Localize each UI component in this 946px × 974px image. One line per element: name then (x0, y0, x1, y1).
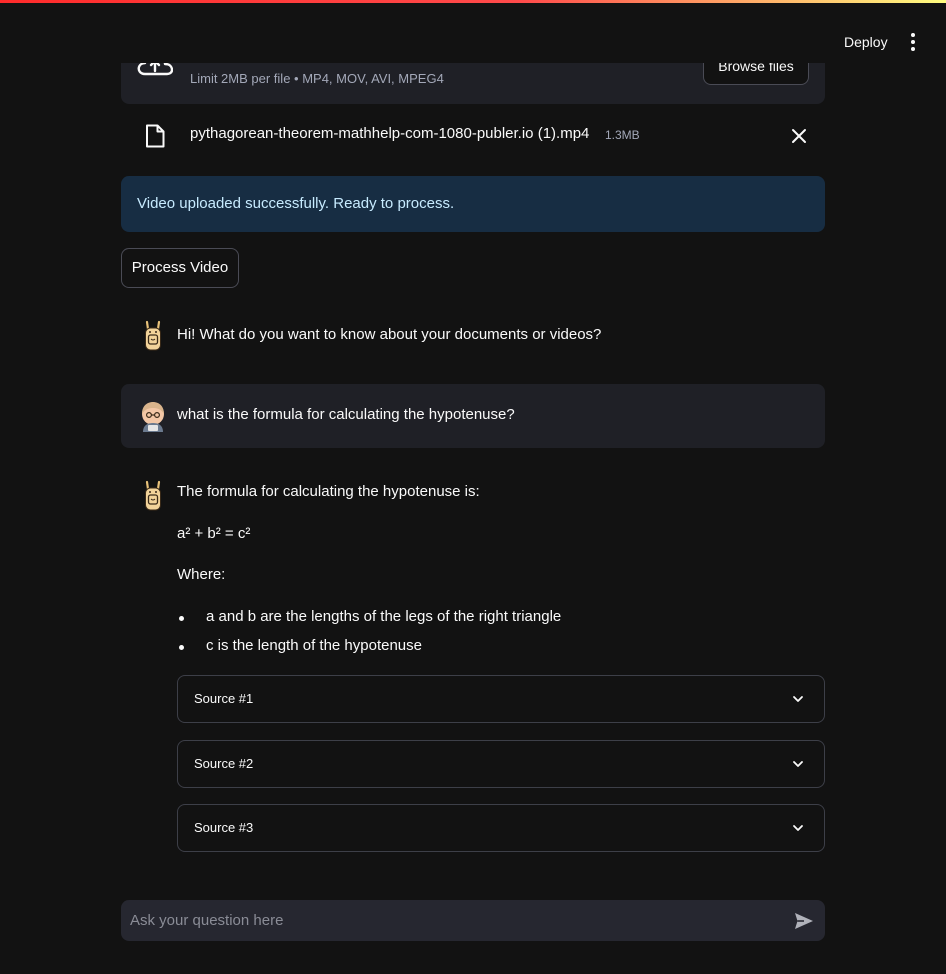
chevron-down-icon (793, 825, 803, 831)
deploy-button[interactable]: Deploy (832, 31, 900, 53)
llama-avatar-icon (145, 480, 161, 511)
source-expander-3[interactable]: Source #3 (177, 804, 825, 852)
chevron-down-icon (793, 696, 803, 702)
chevron-down-icon (793, 761, 803, 767)
formula-text: a² + b² = c² (177, 525, 251, 542)
bullet-marker (179, 645, 184, 650)
chat-input-bar (121, 900, 825, 941)
chat-question-input[interactable] (121, 900, 781, 941)
close-icon[interactable] (788, 125, 810, 147)
where-label: Where: (177, 566, 226, 583)
list-item: a and b are the lengths of the legs of t… (206, 608, 562, 625)
file-icon (146, 124, 165, 148)
send-icon[interactable] (793, 910, 815, 932)
alert-message: Video uploaded successfully. Ready to pr… (137, 195, 455, 212)
expander-label: Source #3 (194, 820, 254, 835)
app-header: Deploy (0, 3, 946, 63)
uploaded-file-name: pythagorean-theorem-mathhelp-com-1080-pu… (190, 125, 590, 142)
expander-label: Source #1 (194, 691, 254, 706)
source-expander-2[interactable]: Source #2 (177, 740, 825, 788)
llama-avatar-icon (145, 320, 161, 351)
bullet-marker (179, 616, 184, 621)
expander-label: Source #2 (194, 756, 254, 771)
upload-limit-text: Limit 2MB per file • MP4, MOV, AVI, MPEG… (190, 71, 444, 86)
process-video-button[interactable]: Process Video (121, 248, 239, 288)
assistant-message-text: Hi! What do you want to know about your … (177, 326, 602, 343)
kebab-menu-icon[interactable] (904, 31, 922, 53)
user-message-text: what is the formula for calculating the … (177, 406, 515, 423)
user-avatar-icon (142, 402, 164, 432)
list-item: c is the length of the hypotenuse (206, 637, 422, 654)
uploaded-file-size: 1.3MB (605, 128, 640, 142)
source-expander-1[interactable]: Source #1 (177, 675, 825, 723)
assistant-answer-intro: The formula for calculating the hypotenu… (177, 483, 480, 500)
